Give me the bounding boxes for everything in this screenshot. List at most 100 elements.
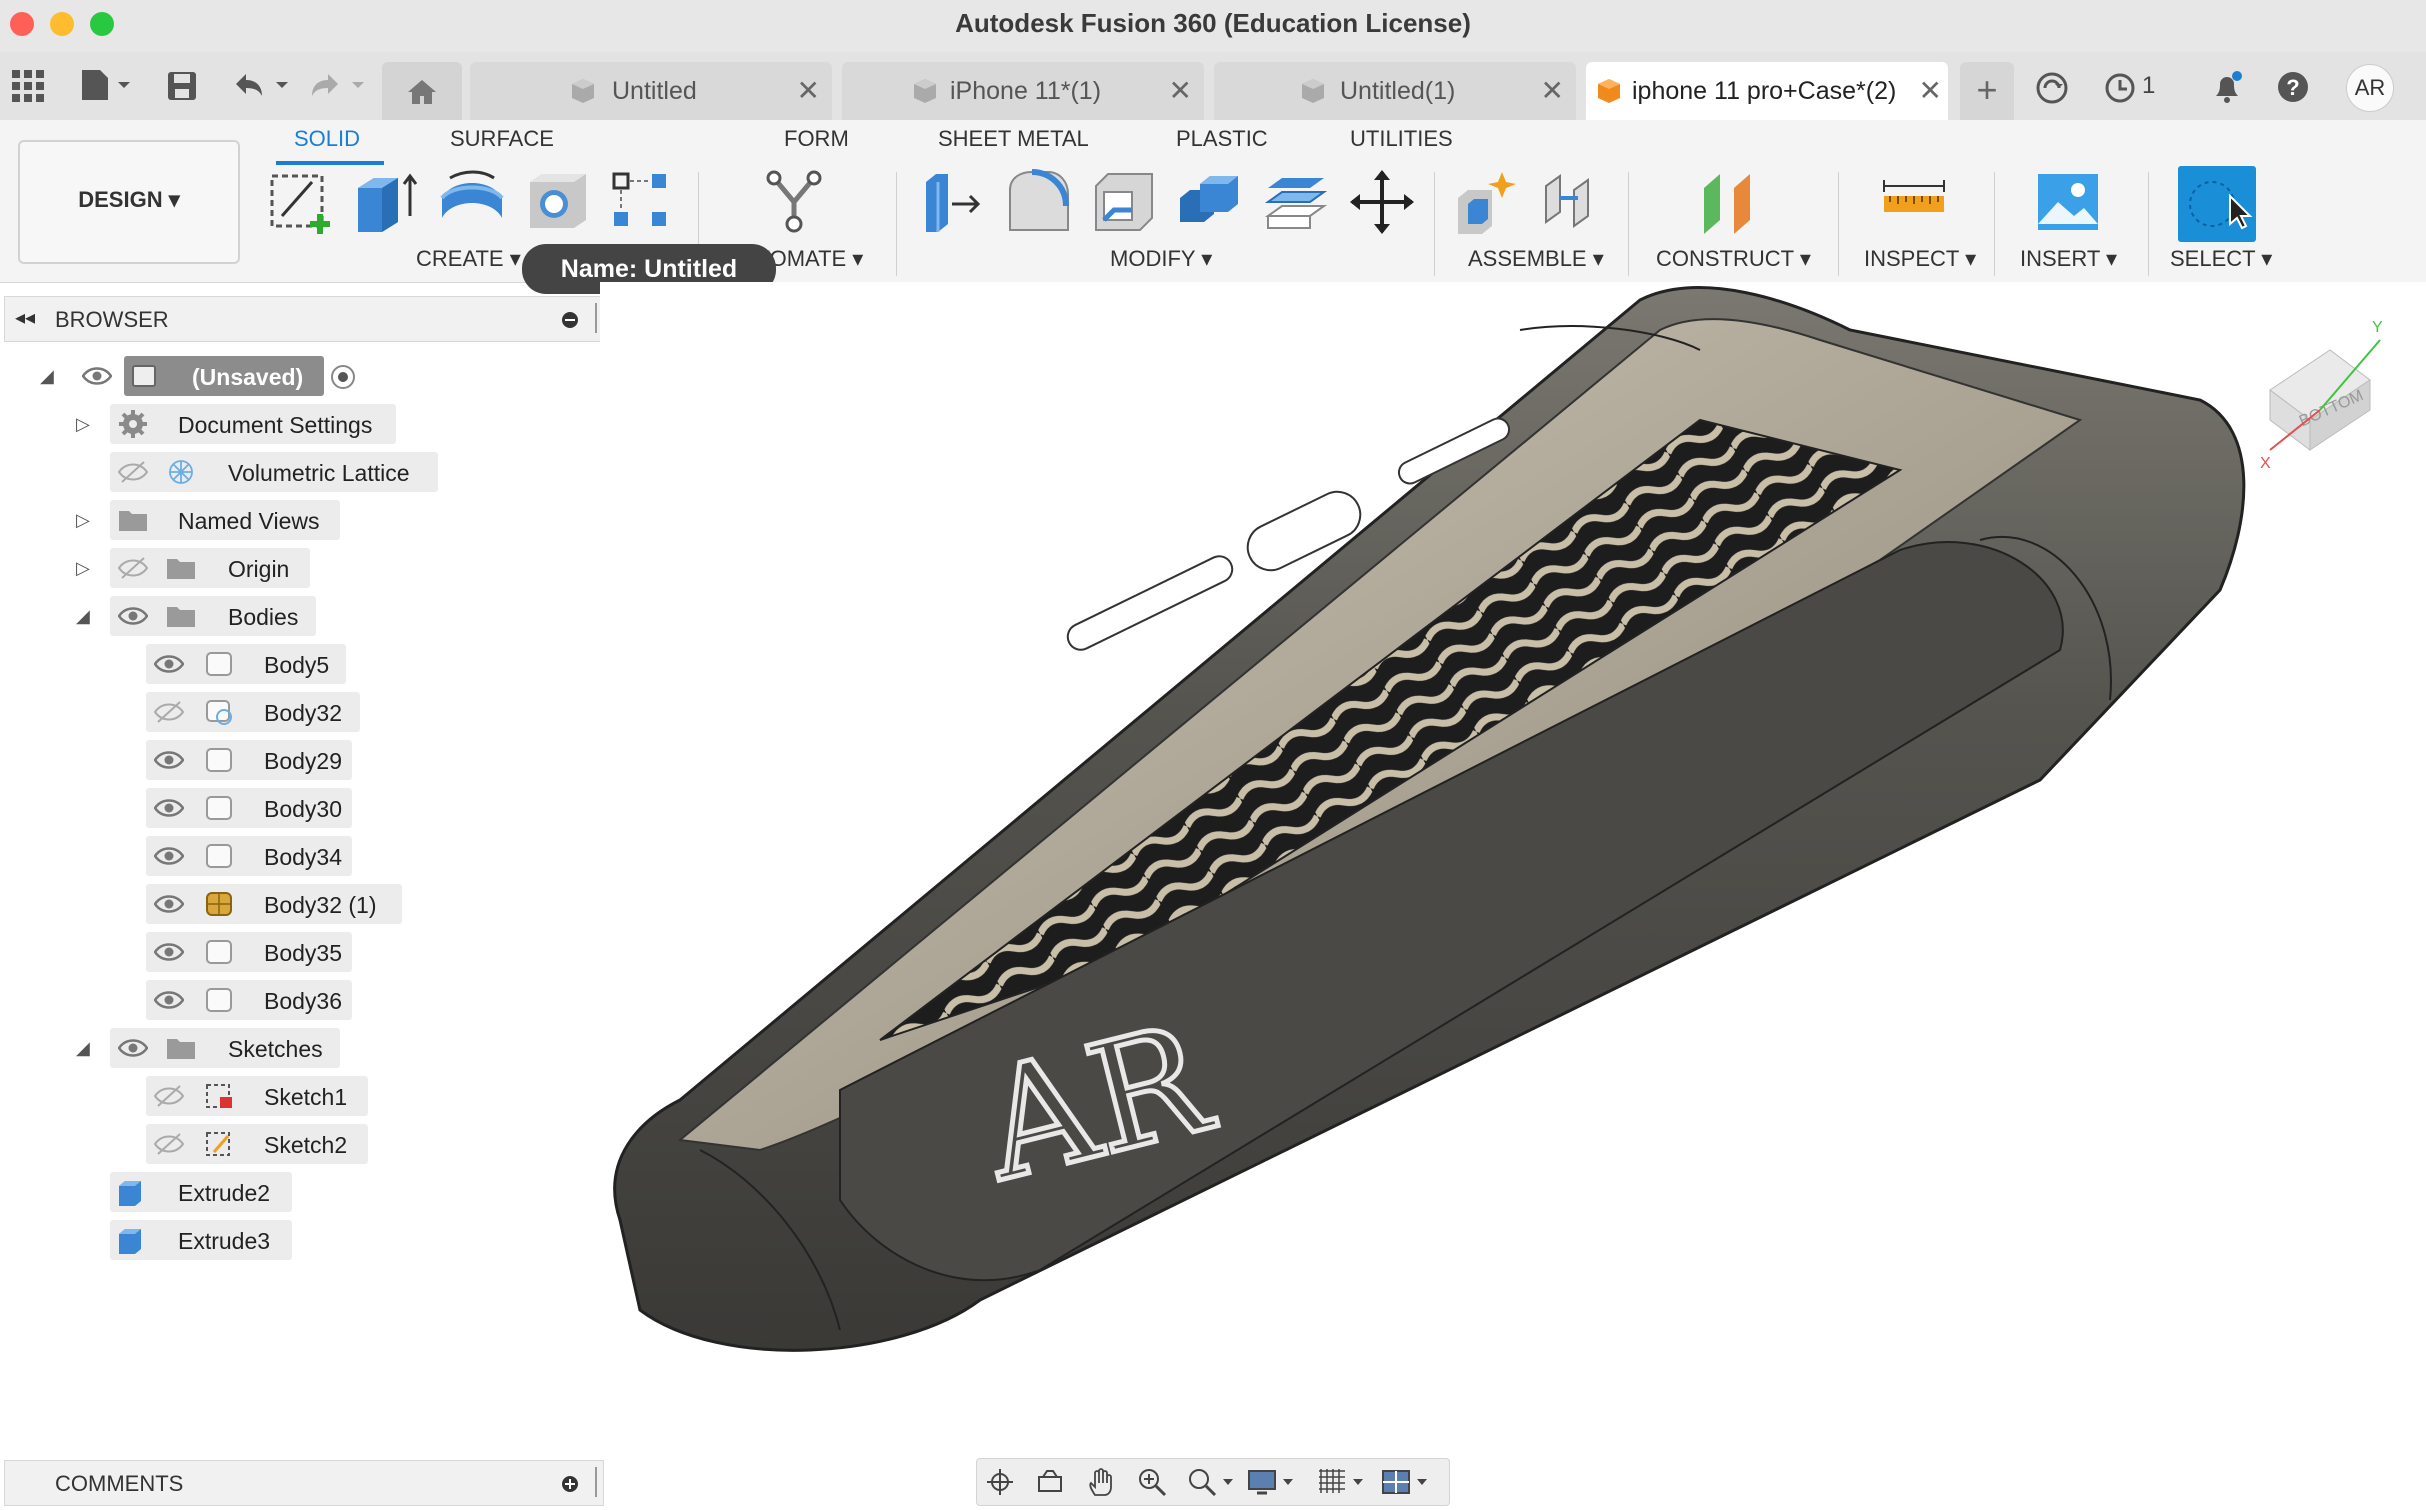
user-avatar[interactable]: AR — [2346, 64, 2394, 112]
eye-hidden-icon[interactable] — [154, 1132, 184, 1156]
automate-icon[interactable] — [760, 168, 828, 236]
browser-item-origin[interactable]: ▷ Origin — [0, 548, 420, 588]
construct-menu[interactable]: CONSTRUCT ▾ — [1656, 246, 1811, 272]
insert-menu[interactable]: INSERT ▾ — [2020, 246, 2117, 272]
browser-item-body[interactable]: Body35 — [0, 932, 420, 972]
browser-root-row[interactable]: ◢ (Unsaved) — [0, 356, 420, 396]
app-grid-icon[interactable] — [12, 70, 44, 102]
hole-icon[interactable] — [524, 168, 592, 236]
viewports-icon[interactable] — [1381, 1467, 1431, 1497]
tab-iphone-11[interactable]: iPhone 11*(1) ✕ — [842, 62, 1204, 120]
orbit-icon[interactable] — [985, 1467, 1015, 1497]
browser-item-sketch[interactable]: Sketch1 — [0, 1076, 420, 1116]
select-menu[interactable]: SELECT ▾ — [2170, 246, 2272, 272]
eye-icon[interactable] — [154, 844, 184, 868]
eye-icon[interactable] — [154, 988, 184, 1012]
extrude-icon[interactable] — [352, 168, 420, 236]
revolve-icon[interactable] — [438, 168, 506, 236]
notifications-icon[interactable] — [2210, 70, 2244, 104]
phone-case-model[interactable]: AR — [600, 282, 2426, 1460]
expand-arrow-icon[interactable]: ▷ — [76, 558, 90, 579]
zoom-icon[interactable] — [1137, 1467, 1167, 1497]
shell-icon[interactable] — [1090, 168, 1158, 236]
browser-item-volumetric-lattice[interactable]: Volumetric Lattice — [0, 452, 440, 492]
close-tab-icon[interactable]: ✕ — [1169, 74, 1192, 107]
activate-radio-icon[interactable] — [330, 364, 356, 390]
eye-icon[interactable] — [154, 748, 184, 772]
home-button[interactable] — [382, 62, 462, 120]
expand-arrow-icon[interactable]: ▷ — [76, 414, 90, 435]
job-status-icon[interactable] — [2104, 72, 2136, 104]
inspect-menu[interactable]: INSPECT ▾ — [1864, 246, 1976, 272]
tab-utilities[interactable]: UTILITIES — [1350, 126, 1453, 152]
collapse-arrow-icon[interactable]: ◢ — [76, 1038, 90, 1059]
collapse-arrow-icon[interactable]: ◢ — [40, 366, 54, 387]
rectangular-pattern-icon[interactable] — [608, 168, 676, 236]
browser-item-body[interactable]: Body30 — [0, 788, 420, 828]
assemble-menu[interactable]: ASSEMBLE ▾ — [1468, 246, 1604, 272]
browser-options-icon[interactable] — [561, 311, 579, 329]
close-tab-icon[interactable]: ✕ — [1919, 74, 1942, 107]
collapse-arrow-icon[interactable]: ◢ — [76, 606, 90, 627]
pan-hand-icon[interactable] — [1087, 1467, 1117, 1497]
file-menu-icon[interactable] — [80, 68, 130, 102]
close-tab-icon[interactable]: ✕ — [1541, 74, 1564, 107]
move-copy-icon[interactable] — [1348, 168, 1416, 236]
fillet-icon[interactable] — [1004, 168, 1072, 236]
browser-item-named-views[interactable]: ▷ Named Views — [0, 500, 420, 540]
browser-item-body[interactable]: Body32 — [0, 692, 420, 732]
new-tab-button[interactable]: + — [1960, 62, 2014, 120]
help-icon[interactable]: ? — [2276, 70, 2310, 104]
eye-icon[interactable] — [154, 892, 184, 916]
browser-item-extrude[interactable]: Extrude2 — [0, 1172, 420, 1212]
browser-item-sketch[interactable]: Sketch2 — [0, 1124, 420, 1164]
eye-icon[interactable] — [118, 604, 148, 628]
collapse-browser-icon[interactable]: ◂◂ — [15, 305, 35, 330]
eye-icon[interactable] — [82, 364, 112, 388]
tab-sheet-metal[interactable]: SHEET METAL — [938, 126, 1089, 152]
offset-plane-icon[interactable] — [1698, 168, 1766, 236]
eye-icon[interactable] — [154, 796, 184, 820]
grid-settings-icon[interactable] — [1317, 1467, 1367, 1497]
browser-item-body[interactable]: Body34 — [0, 836, 420, 876]
browser-item-extrude[interactable]: Extrude3 — [0, 1220, 420, 1260]
eye-icon[interactable] — [154, 652, 184, 676]
select-tool-button[interactable] — [2178, 166, 2256, 242]
measure-icon[interactable] — [1880, 168, 1948, 236]
create-sketch-icon[interactable] — [268, 168, 336, 236]
tab-iphone-11-pro-case[interactable]: iphone 11 pro+Case*(2) ✕ — [1586, 62, 1948, 120]
browser-item-sketches[interactable]: ◢ Sketches — [0, 1028, 420, 1068]
3d-viewport[interactable]: AR BOTTOM Y X — [600, 282, 2426, 1460]
insert-image-icon[interactable] — [2034, 168, 2102, 236]
create-menu[interactable]: CREATE ▾ — [416, 246, 521, 272]
viewcube[interactable]: BOTTOM Y X — [2250, 310, 2410, 490]
tab-plastic[interactable]: PLASTIC — [1176, 126, 1268, 152]
browser-item-body[interactable]: Body36 — [0, 980, 420, 1020]
offset-face-icon[interactable] — [1262, 168, 1330, 236]
workspace-switcher[interactable]: DESIGN ▾ — [18, 140, 240, 264]
tab-untitled-1[interactable]: Untitled(1) ✕ — [1214, 62, 1576, 120]
eye-icon[interactable] — [118, 1036, 148, 1060]
undo-icon[interactable] — [232, 70, 292, 102]
eye-hidden-icon[interactable] — [118, 556, 148, 580]
browser-item-bodies[interactable]: ◢ Bodies — [0, 596, 420, 636]
joint-icon[interactable] — [1538, 168, 1606, 236]
browser-item-document-settings[interactable]: ▷ Document Settings — [0, 404, 420, 444]
browser-item-body[interactable]: Body29 — [0, 740, 420, 780]
fit-view-icon[interactable] — [1187, 1467, 1237, 1497]
save-icon[interactable] — [166, 70, 198, 102]
eye-hidden-icon[interactable] — [154, 1084, 184, 1108]
modify-menu[interactable]: MODIFY ▾ — [1110, 246, 1212, 272]
tab-solid[interactable]: SOLID — [294, 126, 360, 152]
tab-form[interactable]: FORM — [784, 126, 849, 152]
eye-hidden-icon[interactable] — [154, 700, 184, 724]
tab-untitled[interactable]: Untitled ✕ — [470, 62, 832, 120]
add-comment-icon[interactable] — [561, 1475, 579, 1493]
eye-hidden-icon[interactable] — [118, 460, 148, 484]
press-pull-icon[interactable] — [918, 168, 986, 236]
look-at-icon[interactable] — [1035, 1467, 1065, 1497]
eye-icon[interactable] — [154, 940, 184, 964]
tab-surface[interactable]: SURFACE — [450, 126, 554, 152]
browser-item-body[interactable]: Body5 — [0, 644, 420, 684]
display-settings-icon[interactable] — [1247, 1467, 1297, 1497]
